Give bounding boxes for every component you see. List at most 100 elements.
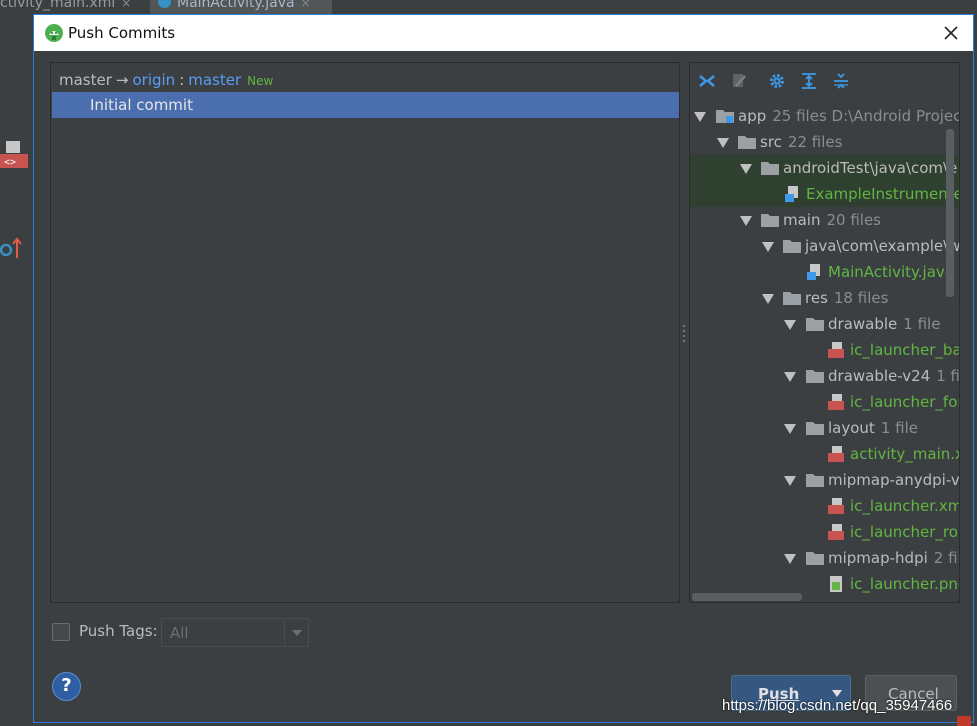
xml-file-icon[interactable]: <> (0, 140, 28, 170)
node-name: ic_launcher_for (850, 393, 959, 411)
node-name: ic_launcher.png (850, 575, 959, 593)
watermark-url: https://blog.csdn.net/qq_35947466 (722, 697, 953, 714)
changed-files-panel: app 25 files D:\Android Projec src 22 file… (689, 62, 960, 603)
push-commits-dialog: Push Commits master → origin: master New Ini… (33, 14, 974, 723)
node-count: 20 files (826, 211, 881, 229)
tree-node-src[interactable]: src 22 files (690, 129, 959, 155)
edit-source-icon[interactable] (730, 72, 748, 90)
tree-node-androidtest[interactable]: androidTest\java\com\e (690, 155, 959, 181)
tree-node-mipmap-hdpi[interactable]: mipmap-hdpi 2 fil (690, 545, 959, 571)
expand-triangle-icon[interactable] (762, 242, 774, 252)
notification-icon (957, 716, 971, 726)
node-count: 1 fil (936, 367, 959, 385)
editor-tab-bar: ctivity_main.xml × MainActivity.java × (0, 0, 977, 14)
expand-triangle-icon[interactable] (784, 320, 796, 330)
push-tags-checkbox[interactable] (52, 623, 70, 641)
dialog-titlebar: Push Commits (34, 15, 973, 51)
xml-file-icon (828, 394, 844, 410)
tree-node-app[interactable]: app 25 files D:\Android Projec (690, 103, 959, 129)
folder-icon (806, 370, 824, 383)
expand-triangle-icon[interactable] (740, 164, 752, 174)
node-count: 18 files (833, 289, 889, 307)
expand-triangle-icon[interactable] (694, 112, 706, 122)
node-name: mipmap-hdpi (828, 549, 928, 567)
push-tags-dropdown[interactable]: All (161, 618, 309, 647)
commit-row[interactable]: Initial commit (52, 92, 679, 118)
collapse-all-icon[interactable] (832, 72, 850, 90)
tree-node-ic-launcher-round[interactable]: ic_launcher_rou (690, 519, 959, 545)
file-tree: app 25 files D:\Android Projec src 22 file… (690, 103, 959, 593)
chevron-down-icon[interactable] (832, 690, 842, 697)
tree-node-ic-launcher-xml[interactable]: ic_launcher.xm (690, 493, 959, 519)
android-studio-icon (45, 24, 63, 42)
node-name: MainActivity.java (828, 263, 954, 281)
folder-icon (783, 240, 801, 253)
folder-icon (806, 552, 824, 565)
expand-triangle-icon[interactable] (784, 554, 796, 564)
expand-triangle-icon[interactable] (717, 138, 729, 148)
collapse-diff-icon[interactable] (698, 72, 716, 90)
tree-node-example-instrumented-test[interactable]: ExampleInstrumentec (690, 181, 959, 207)
node-name: androidTest\java\com\e (783, 159, 958, 177)
tree-node-ic-launcher-foreground[interactable]: ic_launcher_for (690, 389, 959, 415)
chevron-down-icon[interactable] (284, 619, 308, 646)
remote-branch[interactable]: master (188, 71, 241, 89)
push-tags-value: All (170, 624, 189, 642)
push-tags-label: Push Tags: (79, 622, 158, 640)
tree-node-drawable[interactable]: drawable 1 file (690, 311, 959, 337)
node-name: layout (828, 419, 875, 437)
push-arrow-icon[interactable] (0, 236, 24, 260)
tree-node-ic-launcher-png[interactable]: ic_launcher.png (690, 571, 959, 593)
node-name: ic_launcher_rou (850, 523, 959, 541)
java-file-icon (807, 264, 820, 280)
splitter-handle[interactable] (682, 323, 686, 343)
folder-icon (806, 318, 824, 331)
tab-close-icon[interactable]: × (121, 0, 131, 10)
expand-triangle-icon[interactable] (762, 294, 774, 304)
tree-node-ic-launcher-background[interactable]: ic_launcher_bac (690, 337, 959, 363)
expand-all-icon[interactable] (800, 72, 818, 90)
node-count: 22 files (787, 133, 843, 151)
xml-file-icon (828, 446, 844, 462)
tree-node-drawable-v24[interactable]: drawable-v24 1 fil (690, 363, 959, 389)
node-name: ExampleInstrumentec (806, 185, 959, 203)
tree-node-main[interactable]: main 20 files (690, 207, 959, 233)
node-name: app (738, 107, 767, 125)
expand-triangle-icon[interactable] (784, 476, 796, 486)
tab-main-activity-java[interactable]: MainActivity.java × (150, 0, 332, 14)
tree-node-mipmap-anydpi[interactable]: mipmap-anydpi-v (690, 467, 959, 493)
folder-icon (783, 292, 801, 305)
expand-triangle-icon[interactable] (740, 216, 752, 226)
horizontal-scrollbar[interactable] (692, 593, 802, 601)
expand-triangle-icon[interactable] (784, 372, 796, 382)
tab-label: MainActivity.java (177, 0, 295, 11)
node-name: drawable (828, 315, 898, 333)
node-name: main (783, 211, 821, 229)
folder-icon (806, 422, 824, 435)
arrow-right-icon: → (115, 71, 129, 89)
node-name: src (760, 133, 782, 151)
tab-close-icon[interactable]: × (301, 0, 311, 10)
tree-node-layout[interactable]: layout 1 file (690, 415, 959, 441)
close-icon[interactable] (939, 21, 963, 45)
node-name: mipmap-anydpi-v (828, 471, 959, 489)
folder-icon (761, 162, 779, 175)
gear-icon[interactable] (768, 72, 786, 90)
branch-mapping: master → origin: master New (59, 71, 273, 91)
new-badge: New (247, 74, 274, 88)
node-count: 1 file (903, 315, 941, 333)
tree-node-java-package[interactable]: java\com\example\w (690, 233, 959, 259)
expand-triangle-icon[interactable] (784, 424, 796, 434)
node-name: java\com\example\w (805, 237, 959, 255)
folder-icon (806, 474, 824, 487)
node-count: 25 files D:\Android Projec (772, 107, 959, 125)
commits-panel: master → origin: master New Initial commit (50, 62, 680, 603)
vertical-scrollbar[interactable] (946, 129, 954, 297)
tree-node-activity-main-xml[interactable]: activity_main.xr (690, 441, 959, 467)
tab-activity-main-xml[interactable]: ctivity_main.xml × (0, 0, 142, 14)
remote-name[interactable]: origin (132, 71, 175, 89)
tree-node-main-activity-java[interactable]: MainActivity.java (690, 259, 959, 285)
java-class-icon (158, 0, 171, 8)
help-button[interactable]: ? (52, 672, 81, 701)
tree-node-res[interactable]: res 18 files (690, 285, 959, 311)
